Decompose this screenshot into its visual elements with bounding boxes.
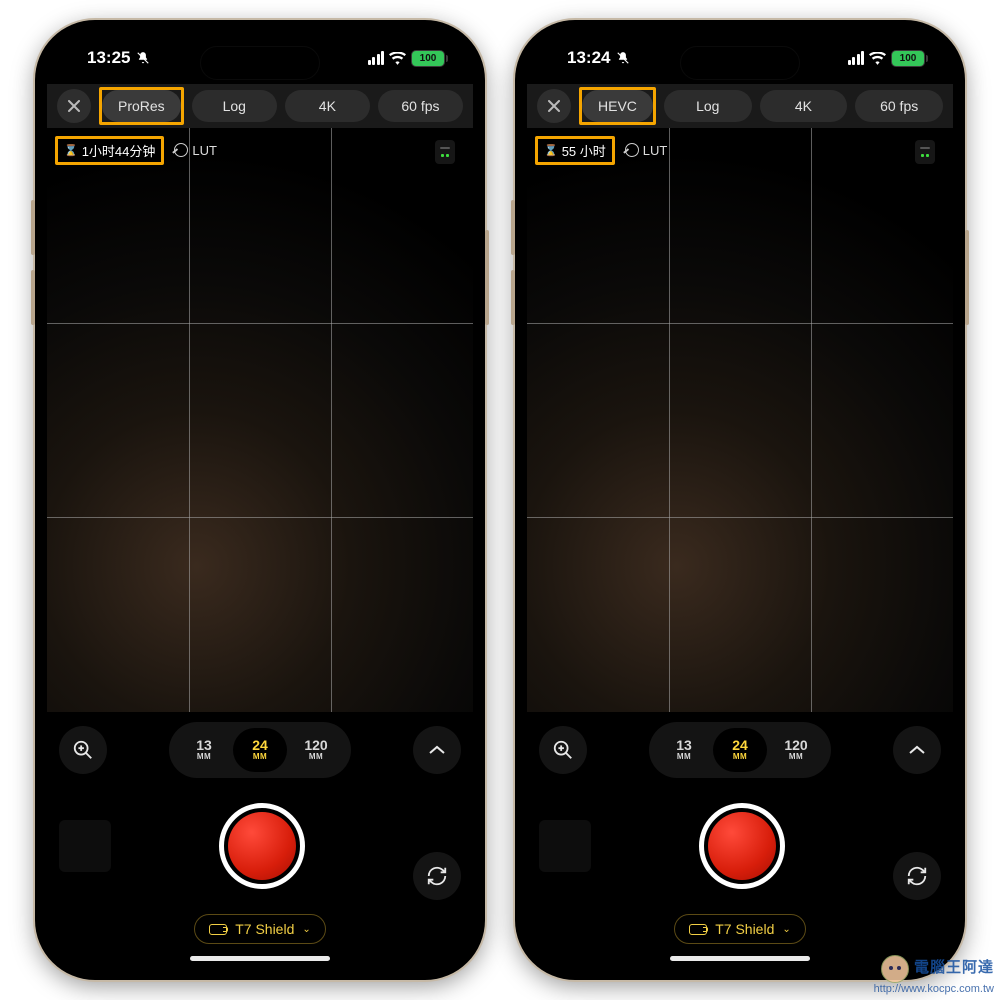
chevron-up-icon bbox=[429, 745, 445, 755]
wifi-icon bbox=[869, 52, 886, 65]
remaining-time-text: 1小时44分钟 bbox=[82, 141, 156, 160]
power-button bbox=[965, 230, 969, 325]
grid-line bbox=[527, 323, 953, 324]
volume-down-button bbox=[31, 270, 35, 325]
status-time: 13:24 bbox=[567, 48, 610, 68]
cellular-signal-icon bbox=[848, 51, 865, 65]
lens-picker: 13MM 24MM 120MM bbox=[649, 722, 831, 778]
storage-destination-pill[interactable]: T7 Shield ⌄ bbox=[674, 914, 806, 944]
grid-line bbox=[189, 128, 190, 712]
lens-option-120mm[interactable]: 120MM bbox=[769, 728, 823, 772]
grid-line bbox=[47, 517, 473, 518]
silent-mode-icon bbox=[616, 51, 630, 65]
external-disk-icon bbox=[689, 924, 707, 935]
battery-indicator: 100 bbox=[411, 50, 445, 67]
codec-highlight: ProRes bbox=[99, 87, 184, 125]
volume-up-button bbox=[31, 200, 35, 255]
record-button[interactable] bbox=[219, 803, 305, 889]
source-watermark: 電腦王阿達 http://www.kocpc.com.tw bbox=[874, 955, 994, 996]
capture-settings-bar: ProRes Log 4K 60 fps bbox=[47, 84, 473, 128]
lens-picker: 13MM 24MM 120MM bbox=[169, 722, 351, 778]
lut-icon bbox=[625, 143, 639, 157]
lut-icon bbox=[174, 143, 188, 157]
chevron-down-icon: ⌄ bbox=[302, 924, 310, 935]
zoom-button[interactable] bbox=[539, 726, 587, 774]
grid-line bbox=[669, 128, 670, 712]
home-indicator[interactable] bbox=[670, 956, 810, 961]
power-button bbox=[485, 230, 489, 325]
audio-level-indicator[interactable] bbox=[915, 140, 935, 164]
battery-indicator: 100 bbox=[891, 50, 925, 67]
lens-option-24mm[interactable]: 24MM bbox=[713, 728, 767, 772]
record-button[interactable] bbox=[699, 803, 785, 889]
expand-controls-button[interactable] bbox=[893, 726, 941, 774]
switch-camera-icon bbox=[906, 865, 928, 887]
resolution-pill[interactable]: 4K bbox=[760, 90, 848, 122]
switch-camera-button[interactable] bbox=[413, 852, 461, 900]
magnifier-plus-icon bbox=[552, 739, 574, 761]
zoom-button[interactable] bbox=[59, 726, 107, 774]
camera-controls: 13MM 24MM 120MM bbox=[527, 712, 953, 968]
codec-highlight: HEVC bbox=[579, 87, 656, 125]
remaining-time-badge[interactable]: ⌛ 55 小时 bbox=[535, 136, 615, 165]
lens-option-24mm[interactable]: 24MM bbox=[233, 728, 287, 772]
hourglass-icon: ⌛ bbox=[544, 144, 558, 157]
storage-destination-pill[interactable]: T7 Shield ⌄ bbox=[194, 914, 326, 944]
mascot-icon bbox=[881, 955, 909, 983]
status-time: 13:25 bbox=[87, 48, 130, 68]
lens-option-13mm[interactable]: 13MM bbox=[177, 728, 231, 772]
lut-toggle[interactable]: LUT bbox=[174, 143, 217, 158]
framerate-pill[interactable]: 60 fps bbox=[855, 90, 943, 122]
wifi-icon bbox=[389, 52, 406, 65]
codec-pill[interactable]: HEVC bbox=[582, 90, 653, 122]
profile-pill[interactable]: Log bbox=[664, 90, 752, 122]
close-icon bbox=[548, 100, 560, 112]
chevron-down-icon: ⌄ bbox=[782, 924, 790, 935]
camera-viewfinder[interactable]: ⌛ 55 小时 LUT bbox=[527, 128, 953, 712]
last-capture-thumbnail[interactable] bbox=[59, 820, 111, 872]
camera-controls: 13MM 24MM 120MM bbox=[47, 712, 473, 968]
dynamic-island bbox=[200, 46, 320, 80]
chevron-up-icon bbox=[909, 745, 925, 755]
phone-mockup-left: 13:25 100 ProRes Log 4K 60 fps bbox=[35, 20, 485, 980]
lut-toggle[interactable]: LUT bbox=[625, 143, 668, 158]
codec-pill[interactable]: ProRes bbox=[102, 90, 181, 122]
camera-viewfinder[interactable]: ⌛ 1小时44分钟 LUT bbox=[47, 128, 473, 712]
phone-mockup-right: 13:24 100 HEVC Log 4K 60 fps bbox=[515, 20, 965, 980]
grid-line bbox=[331, 128, 332, 712]
resolution-pill[interactable]: 4K bbox=[285, 90, 370, 122]
silent-mode-icon bbox=[136, 51, 150, 65]
remaining-time-text: 55 小时 bbox=[562, 141, 606, 160]
close-icon bbox=[68, 100, 80, 112]
capture-settings-bar: HEVC Log 4K 60 fps bbox=[527, 84, 953, 128]
hourglass-icon: ⌛ bbox=[64, 144, 78, 157]
expand-controls-button[interactable] bbox=[413, 726, 461, 774]
home-indicator[interactable] bbox=[190, 956, 330, 961]
grid-line bbox=[47, 323, 473, 324]
cellular-signal-icon bbox=[368, 51, 385, 65]
switch-camera-icon bbox=[426, 865, 448, 887]
record-icon bbox=[708, 812, 776, 880]
remaining-time-badge[interactable]: ⌛ 1小时44分钟 bbox=[55, 136, 164, 165]
grid-line bbox=[527, 517, 953, 518]
external-disk-icon bbox=[209, 924, 227, 935]
lens-option-13mm[interactable]: 13MM bbox=[657, 728, 711, 772]
profile-pill[interactable]: Log bbox=[192, 90, 277, 122]
viewfinder-info-row: ⌛ 1小时44分钟 LUT bbox=[55, 136, 465, 164]
volume-down-button bbox=[511, 270, 515, 325]
close-settings-button[interactable] bbox=[537, 89, 571, 123]
grid-line bbox=[811, 128, 812, 712]
record-icon bbox=[228, 812, 296, 880]
dynamic-island bbox=[680, 46, 800, 80]
close-settings-button[interactable] bbox=[57, 89, 91, 123]
audio-level-indicator[interactable] bbox=[435, 140, 455, 164]
lens-option-120mm[interactable]: 120MM bbox=[289, 728, 343, 772]
volume-up-button bbox=[511, 200, 515, 255]
magnifier-plus-icon bbox=[72, 739, 94, 761]
framerate-pill[interactable]: 60 fps bbox=[378, 90, 463, 122]
switch-camera-button[interactable] bbox=[893, 852, 941, 900]
last-capture-thumbnail[interactable] bbox=[539, 820, 591, 872]
viewfinder-info-row: ⌛ 55 小时 LUT bbox=[535, 136, 945, 164]
